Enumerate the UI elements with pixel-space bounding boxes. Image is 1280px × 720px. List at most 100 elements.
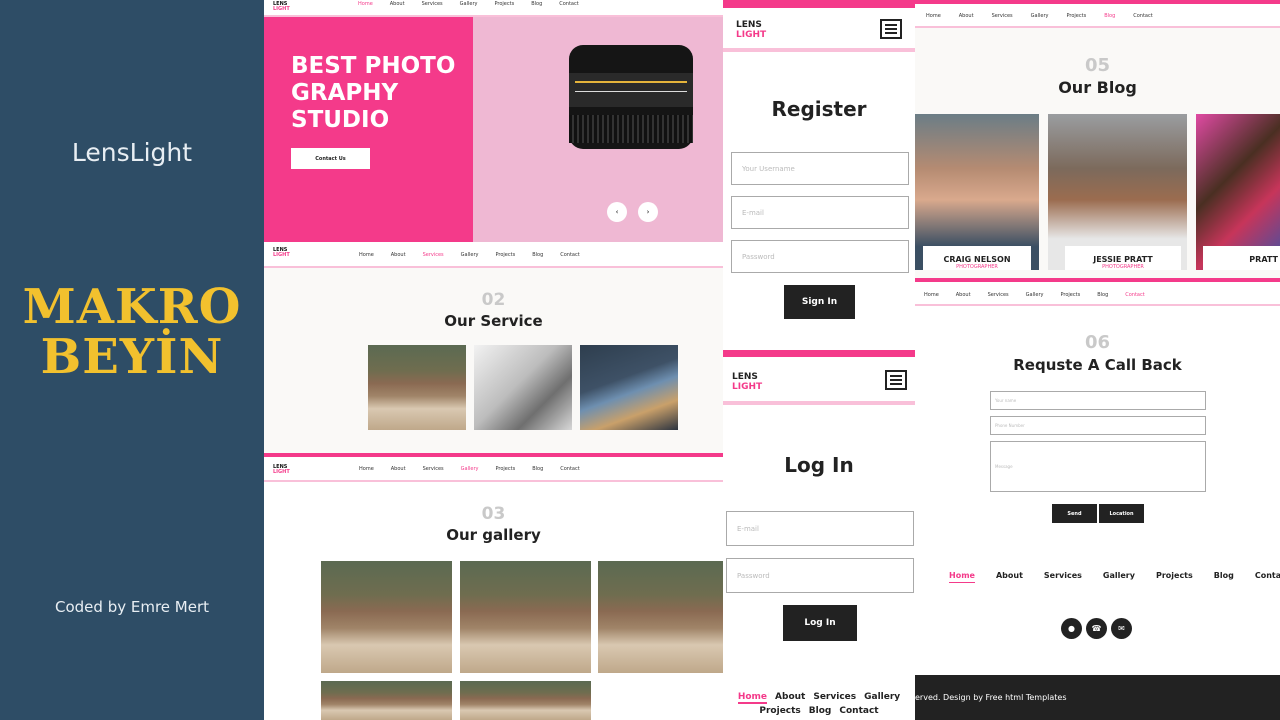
nav-home[interactable]: Home <box>926 13 941 19</box>
login-email-input[interactable]: E-mail <box>726 511 914 546</box>
nav-about[interactable]: About <box>959 13 974 19</box>
blog-card-1: CRAIG NELSON PHOTOGRAPHER <box>923 246 1031 270</box>
footer-nav-about[interactable]: About <box>996 571 1023 583</box>
camera-lens-image <box>569 45 693 149</box>
nav-services[interactable]: Services <box>423 466 444 472</box>
nav-blog[interactable]: Blog <box>1104 13 1115 19</box>
nav-about[interactable]: About <box>390 1 405 7</box>
nav-services[interactable]: Services <box>423 252 444 258</box>
sidebar: LensLight MAKRO BEYİN Coded by Emre Mert <box>0 0 264 720</box>
mobile-nav-blog[interactable]: Blog <box>809 706 832 716</box>
slider-prev-button[interactable]: ‹ <box>607 202 627 222</box>
nav-about[interactable]: About <box>391 466 406 472</box>
nav-blog[interactable]: Blog <box>531 1 542 7</box>
blog-author-name: CRAIG NELSON <box>943 255 1011 264</box>
brand-line-1: MAKRO <box>22 279 242 335</box>
message-input[interactable]: Message <box>990 441 1206 492</box>
blog-nav: Home About Services Gallery Projects Blo… <box>915 4 1280 28</box>
hamburger-menu-icon[interactable] <box>885 370 907 390</box>
gallery-photo-3[interactable] <box>598 561 723 673</box>
nav-contact[interactable]: Contact <box>560 252 579 258</box>
gallery-photo-5[interactable] <box>460 681 591 720</box>
nav-logo[interactable]: LENS LIGHT <box>273 248 290 258</box>
username-input[interactable]: Your Username <box>731 152 909 185</box>
service-panel: LENS LIGHT Home About Services Gallery Pr… <box>264 242 723 453</box>
nav-projects[interactable]: Projects <box>495 252 515 258</box>
footer-nav-blog[interactable]: Blog <box>1214 571 1234 583</box>
footer-nav-home[interactable]: Home <box>949 571 975 583</box>
blog-author-role: PHOTOGRAPHER <box>956 264 998 270</box>
nav-projects[interactable]: Projects <box>1066 13 1086 19</box>
login-password-input[interactable]: Password <box>726 558 914 593</box>
footer-nav-gallery[interactable]: Gallery <box>1103 571 1135 583</box>
phone-input[interactable]: Phone Number <box>990 416 1206 435</box>
sign-in-button[interactable]: Sign In <box>784 285 855 319</box>
nav-projects[interactable]: Projects <box>494 1 514 7</box>
mobile-nav-gallery[interactable]: Gallery <box>864 692 900 704</box>
slider-next-button[interactable]: › <box>638 202 658 222</box>
location-button[interactable]: Location <box>1099 504 1144 523</box>
blog-author-name: JESSIE PRATT <box>1093 255 1153 264</box>
mobile-logo[interactable]: LENS LIGHT <box>732 372 762 392</box>
nav-contact[interactable]: Contact <box>1125 292 1144 298</box>
gallery-photo-2[interactable] <box>460 561 591 673</box>
brand-line-2: BEYİN <box>40 329 224 385</box>
nav-gallery[interactable]: Gallery <box>1031 13 1049 19</box>
section-title: Our Blog <box>1058 78 1137 97</box>
nav-gallery[interactable]: Gallery <box>461 466 479 472</box>
nav-contact[interactable]: Contact <box>559 1 578 7</box>
nav-logo[interactable]: LENS LIGHT <box>273 2 290 12</box>
footer-nav-contact[interactable]: Contact <box>1255 571 1280 583</box>
blog-author-role: PHOTOGRAPHER <box>1102 264 1144 270</box>
nav-about[interactable]: About <box>956 292 971 298</box>
contact-us-button[interactable]: Contact Us <box>291 148 370 169</box>
nav-services[interactable]: Services <box>988 292 1009 298</box>
blog-card-3: PRATT <box>1203 246 1280 270</box>
hamburger-menu-icon[interactable] <box>880 19 902 39</box>
mail-icon[interactable]: ✉ <box>1111 618 1132 639</box>
nav-projects[interactable]: Projects <box>1060 292 1080 298</box>
location-pin-icon[interactable]: ● <box>1061 618 1082 639</box>
nav-about[interactable]: About <box>391 252 406 258</box>
password-input[interactable]: Password <box>731 240 909 273</box>
hero-panel: LENS LIGHT Home About Services Gallery Pr… <box>264 0 723 242</box>
service-photo-2 <box>474 345 572 430</box>
nav-logo[interactable]: LENS LIGHT <box>273 465 290 475</box>
nav-blog[interactable]: Blog <box>532 252 543 258</box>
nav-contact[interactable]: Contact <box>560 466 579 472</box>
section-title: Our Service <box>444 312 543 330</box>
phone-icon[interactable]: ☎ <box>1086 618 1107 639</box>
nav-home[interactable]: Home <box>359 466 374 472</box>
nav-services[interactable]: Services <box>992 13 1013 19</box>
blog-panel: Home About Services Gallery Projects Blo… <box>915 0 1280 282</box>
send-button[interactable]: Send <box>1052 504 1097 523</box>
log-in-button[interactable]: Log In <box>783 605 857 641</box>
nav-gallery[interactable]: Gallery <box>1026 292 1044 298</box>
footer-nav: Home About Services Gallery Projects Blo… <box>949 571 1280 583</box>
name-input[interactable]: Your name <box>990 391 1206 410</box>
nav-gallery[interactable]: Gallery <box>460 1 478 7</box>
nav-links: Home About Services Gallery Projects Blo… <box>924 292 1145 298</box>
nav-home[interactable]: Home <box>924 292 939 298</box>
nav-gallery[interactable]: Gallery <box>461 252 479 258</box>
section-number: 06 <box>1084 332 1111 353</box>
gallery-photo-4[interactable] <box>321 681 452 720</box>
nav-home[interactable]: Home <box>358 1 373 7</box>
mobile-nav-services[interactable]: Services <box>813 692 856 704</box>
nav-contact[interactable]: Contact <box>1133 13 1152 19</box>
gallery-panel: LENS LIGHT Home About Services Gallery Pr… <box>264 453 723 720</box>
nav-blog[interactable]: Blog <box>532 466 543 472</box>
nav-services[interactable]: Services <box>422 1 443 7</box>
mobile-nav-home[interactable]: Home <box>737 692 768 704</box>
nav-home[interactable]: Home <box>359 252 374 258</box>
gallery-photo-1[interactable] <box>321 561 452 673</box>
mobile-nav-about[interactable]: About <box>775 692 805 704</box>
email-input[interactable]: E-mail <box>731 196 909 229</box>
footer-nav-projects[interactable]: Projects <box>1156 571 1193 583</box>
nav-blog[interactable]: Blog <box>1097 292 1108 298</box>
nav-projects[interactable]: Projects <box>495 466 515 472</box>
mobile-logo[interactable]: LENS LIGHT <box>736 20 766 40</box>
footer-nav-services[interactable]: Services <box>1044 571 1082 583</box>
mobile-nav-projects[interactable]: Projects <box>759 706 800 716</box>
mobile-nav-contact[interactable]: Contact <box>839 706 878 716</box>
